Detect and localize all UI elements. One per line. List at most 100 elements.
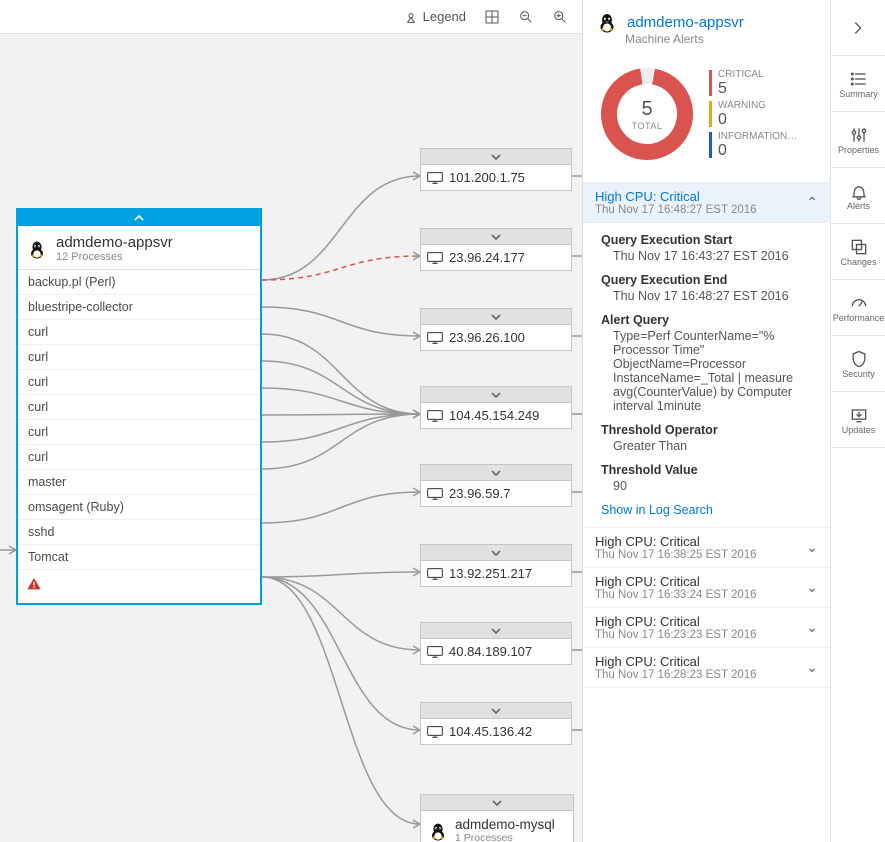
detail-value: Thu Nov 17 16:43:27 EST 2016 [601,247,816,263]
chevron-down-icon [490,706,502,716]
alert-detail: Query Execution StartThu Nov 17 16:43:27… [583,223,830,528]
monitor-icon [427,568,443,580]
legend-button[interactable]: Legend [403,9,466,25]
node-expand-bar[interactable] [421,545,571,561]
node-title-row: admdemo-appsvr 12 Processes [18,226,260,269]
target-node[interactable]: 13.92.251.217 [420,544,572,587]
zoom-in-button[interactable] [552,9,568,25]
node-expand-bar[interactable] [421,149,571,165]
process-row[interactable]: curl [18,320,260,345]
target-node[interactable]: 104.45.154.249 [420,386,572,429]
chevron-down-icon [490,312,502,322]
node-expand-bar[interactable] [421,795,573,811]
node-body: 23.96.26.100 [421,325,571,350]
node-warning-row [18,570,260,603]
alert-title: High CPU: Critical [595,654,757,669]
process-row[interactable]: curl [18,395,260,420]
target-node[interactable]: 40.84.189.107 [420,622,572,665]
changes-icon [849,237,869,257]
chevron-down-icon [491,798,503,808]
process-row[interactable]: curl [18,345,260,370]
target-node[interactable]: 23.96.24.177 [420,228,572,271]
process-row[interactable]: curl [18,420,260,445]
ip-label: 23.96.26.100 [449,330,525,345]
donut-total: 5 [641,98,652,121]
monitor-icon [427,172,443,184]
process-row[interactable]: omsagent (Ruby) [18,495,260,520]
process-row[interactable]: sshd [18,520,260,545]
rail-label: Performance [833,313,885,323]
process-row[interactable]: Tomcat [18,545,260,570]
monitor-icon [427,252,443,264]
node-collapse-bar[interactable] [18,210,260,226]
severity-warning[interactable]: WARNING0 [709,100,797,129]
detail-label: Threshold Operator [601,423,816,437]
updates-icon [849,405,869,425]
alert-time: Thu Nov 17 16:38:25 EST 2016 [595,549,757,561]
chevron-down-icon [490,626,502,636]
node-expand-bar[interactable] [421,229,571,245]
alert-time: Thu Nov 17 16:28:23 EST 2016 [595,669,757,681]
rail-properties[interactable]: Properties [831,112,885,168]
dependency-canvas[interactable]: admdemo-appsvr 12 Processes backup.pl (P… [0,34,582,842]
machine-node-appsvr[interactable]: admdemo-appsvr 12 Processes backup.pl (P… [16,208,262,605]
process-row[interactable]: backup.pl (Perl) [18,270,260,295]
rail-summary[interactable]: Summary [831,56,885,112]
severity-critical[interactable]: CRITICAL5 [709,69,797,98]
canvas-toolbar: Legend [0,0,582,34]
alert-item[interactable]: High CPU: CriticalThu Nov 17 16:23:23 ES… [583,608,830,648]
legend-icon [403,9,419,25]
detail-value: Greater Than [601,437,816,453]
alert-item[interactable]: High CPU: CriticalThu Nov 17 16:28:23 ES… [583,648,830,688]
process-row[interactable]: curl [18,445,260,470]
node-expand-bar[interactable] [421,309,571,325]
node-body: 104.45.136.42 [421,719,571,744]
node-expand-bar[interactable] [421,703,571,719]
rail-label: Summary [839,89,878,99]
rail-collapse-button[interactable] [831,0,885,56]
severity-value: 5 [718,80,764,98]
severity-information[interactable]: INFORMATION…0 [709,131,797,160]
target-node[interactable]: 104.45.136.42 [420,702,572,745]
panel-header: admdemo-appsvr [583,0,830,34]
process-row[interactable]: master [18,470,260,495]
node-title: admdemo-appsvr [56,234,173,251]
alert-time: Thu Nov 17 16:23:23 EST 2016 [595,629,757,641]
node-expand-bar[interactable] [421,623,571,639]
linux-icon [427,820,449,842]
severity-label: INFORMATION… [718,131,797,142]
summary-icon [849,69,869,89]
fit-button[interactable] [484,9,500,25]
rail-updates[interactable]: Updates [831,392,885,448]
ip-label: 104.45.136.42 [449,724,532,739]
zoom-out-icon [518,9,534,25]
show-in-log-search-link[interactable]: Show in Log Search [601,503,816,517]
ip-label: 101.200.1.75 [449,170,525,185]
node-body: 23.96.59.7 [421,481,571,506]
node-expand-bar[interactable] [421,387,571,403]
rail-alerts[interactable]: Alerts [831,168,885,224]
zoom-in-icon [552,9,568,25]
target-node[interactable]: 101.200.1.75 [420,148,572,191]
chevron-down-icon [490,152,502,162]
rail-security[interactable]: Security [831,336,885,392]
node-body: admdemo-mysql 1 Processes [421,811,573,842]
node-expand-bar[interactable] [421,465,571,481]
alert-title: High CPU: Critical [595,614,757,629]
alert-item[interactable]: High CPU: CriticalThu Nov 17 16:38:25 ES… [583,528,830,568]
node-title: admdemo-mysql [455,817,555,832]
rail-performance[interactable]: Performance [831,280,885,336]
zoom-out-button[interactable] [518,9,534,25]
alert-item-expanded[interactable]: High CPU: Critical Thu Nov 17 16:48:27 E… [583,183,830,223]
target-node[interactable]: 23.96.26.100 [420,308,572,351]
process-row[interactable]: bluestripe-collector [18,295,260,320]
process-row[interactable]: curl [18,370,260,395]
machine-node-mysql[interactable]: admdemo-mysql 1 Processes [420,794,574,842]
ip-label: 40.84.189.107 [449,644,532,659]
rail-changes[interactable]: Changes [831,224,885,280]
alerts-donut: 5 TOTAL [597,64,697,164]
alert-item[interactable]: High CPU: CriticalThu Nov 17 16:33:24 ES… [583,568,830,608]
target-node[interactable]: 23.96.59.7 [420,464,572,507]
properties-icon [849,125,869,145]
chevron-down-icon: ⌄ [806,539,818,556]
